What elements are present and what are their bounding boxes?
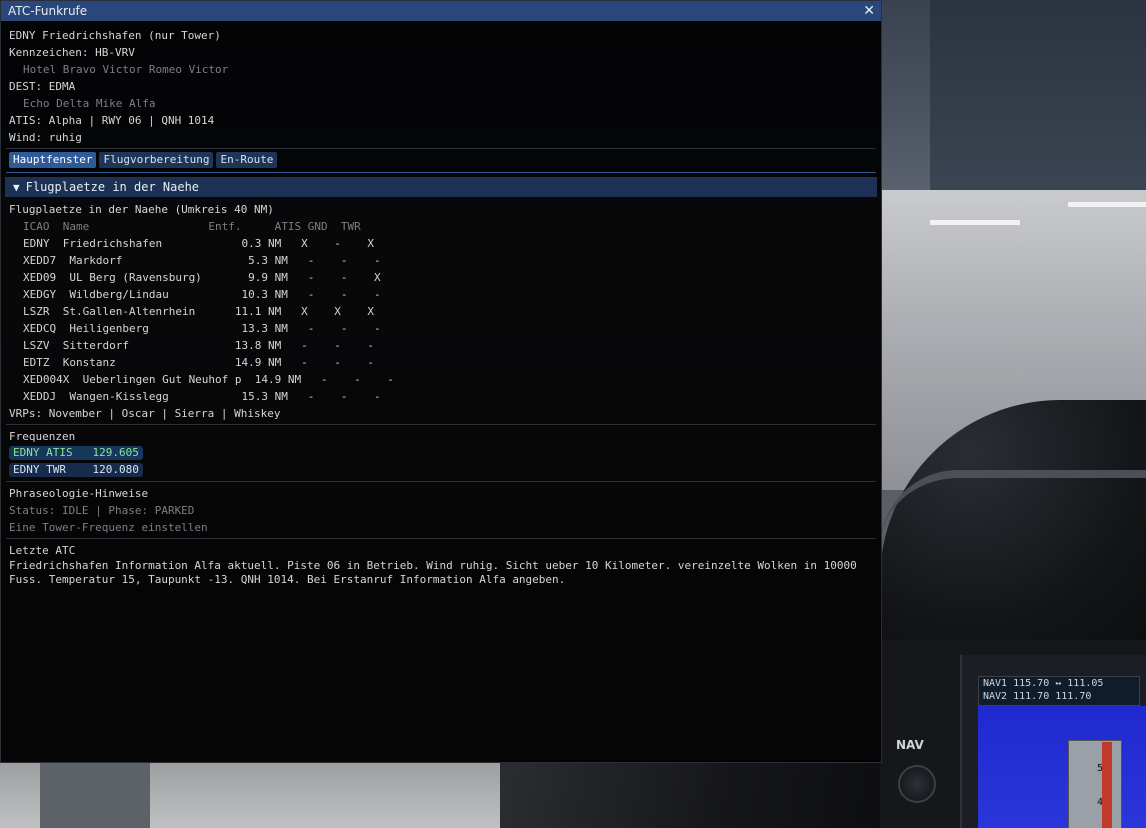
phraseology-hint: Eine Tower-Frequenz einstellen [9,521,208,534]
window-titlebar[interactable]: ATC-Funkrufe ✕ [1,1,881,21]
table-row[interactable]: EDTZ Konstanz 14.9 NM - - - [9,354,873,371]
cockpit-frame [500,760,880,828]
callsign-phonetic: Hotel Bravo Victor Romeo Victor [23,63,229,76]
nav1-readout: NAV1 115.70 ↔ 111.05 [983,678,1104,689]
frequencies-title: Frequenzen [9,430,76,443]
separator [6,424,876,425]
dest-line: DEST: EDMA [9,80,76,93]
last-atc-text: Friedrichshafen Information Alfa aktuell… [9,559,864,586]
atis-line: ATIS: Alpha | RWY 06 | QNH 1014 [9,114,215,127]
phraseology-title: Phraseologie-Hinweise [9,487,149,500]
table-row[interactable]: XEDCQ Heiligenberg 13.3 NM - - - [9,320,873,337]
window-body: EDNY Friedrichshafen (nur Tower) Kennzei… [1,21,881,587]
separator [6,538,876,539]
separator [6,148,876,149]
wind-line: Wind: ruhig [9,131,82,144]
table-row[interactable]: LSZV Sitterdorf 13.8 NM - - - [9,337,873,354]
freq-button-edny-atis[interactable]: EDNY ATIS 129.605 [9,446,143,460]
phraseology-status: Status: IDLE | Phase: PARKED [9,504,195,517]
runway-marking [1068,202,1146,207]
freq-button-edny-twr[interactable]: EDNY TWR 120.080 [9,463,143,477]
table-row[interactable]: XED004X Ueberlingen Gut Neuhof p 14.9 NM… [9,371,873,388]
table-row[interactable]: XEDDJ Wangen-Kisslegg 15.3 NM - - - [9,388,873,405]
nav2-readout: NAV2 111.70 111.70 [983,691,1092,702]
table-row[interactable]: XEDD7 Markdorf 5.3 NM - - - [9,252,873,269]
nearby-airports-header-label: Flugplaetze in der Naehe [25,180,200,194]
table-row[interactable]: LSZR St.Gallen-Altenrhein 11.1 NM X X X [9,303,873,320]
station-line: EDNY Friedrichshafen (nur Tower) [9,29,221,42]
atc-window[interactable]: ATC-Funkrufe ✕ EDNY Friedrichshafen (nur… [0,0,882,763]
last-atc-title: Letzte ATC [9,544,76,557]
airport-table: EDNY Friedrichshafen 0.3 NM X - X XEDD7 … [9,235,873,405]
nav-radio-display: NAV1 115.70 ↔ 111.05 NAV2 111.70 111.70 [978,676,1140,706]
tab-underline [6,172,876,173]
wing-strut [40,760,150,828]
vrp-line: VRPs: November | Oscar | Sierra | Whiske… [9,407,281,420]
runway-marking [930,220,1020,225]
airport-table-header: ICAO Name Entf. ATIS GND TWR [23,220,361,233]
separator [6,481,876,482]
cockpit-rim [880,470,1146,548]
triangle-down-icon: ▼ [13,181,20,194]
tab-hauptfenster[interactable]: Hauptfenster [9,152,97,168]
close-icon[interactable]: ✕ [863,4,875,18]
table-row[interactable]: EDNY Friedrichshafen 0.3 NM X - X [9,235,873,252]
nearby-subtitle: Flugplaetze in der Naehe (Umkreis 40 NM) [9,203,274,216]
callsign-line: Kennzeichen: HB-VRV [9,46,135,59]
table-row[interactable]: XEDGY Wildberg/Lindau 10.3 NM - - - [9,286,873,303]
table-row[interactable]: XED09 UL Berg (Ravensburg) 9.9 NM - - X [9,269,873,286]
window-title: ATC-Funkrufe [8,4,88,18]
nav-knob[interactable] [898,765,936,803]
tab-bar: Hauptfenster Flugvorbereitung En-Route [9,152,873,169]
nearby-airports-header[interactable]: ▼ Flugplaetze in der Naehe [5,177,877,197]
speed-tape: 50 40 [1068,740,1122,828]
tab-flugvorbereitung[interactable]: Flugvorbereitung [99,152,214,168]
nav-knob-label: NAV [896,738,924,752]
dest-phonetic: Echo Delta Mike Alfa [23,97,156,110]
hangar-wall [930,0,1146,190]
speed-tape-red-band [1102,742,1112,828]
tab-en-route[interactable]: En-Route [216,152,278,168]
